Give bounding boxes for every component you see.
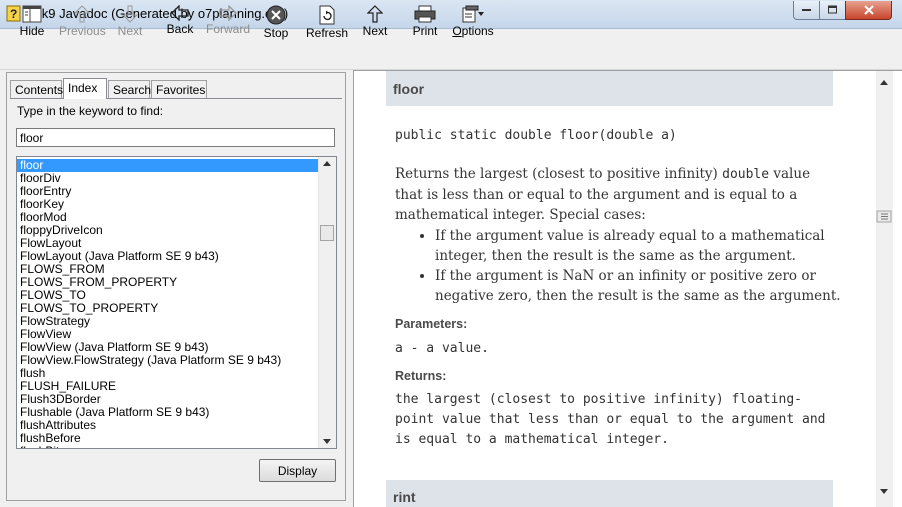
tab-index[interactable]: Index — [63, 78, 107, 99]
stop-icon — [266, 5, 286, 25]
list-item[interactable]: FLOWS_TO_PROPERTY — [17, 302, 319, 315]
list-item[interactable]: FLOWS_FROM_PROPERTY — [17, 276, 319, 289]
next-method-header — [386, 480, 833, 507]
list-item[interactable]: flush — [17, 367, 319, 380]
next-button[interactable]: Next — [359, 2, 391, 40]
list-item[interactable]: floorMod — [17, 211, 319, 224]
list-item[interactable]: FlowView.FlowStrategy (Java Platform SE … — [17, 354, 319, 367]
scroll-down-icon — [880, 489, 888, 494]
arrow-down-icon — [122, 5, 138, 23]
scroll-grip-icon[interactable] — [876, 209, 893, 225]
index-results-list[interactable]: floor floorDiv floorEntry floorKey floorMod f… — [16, 156, 337, 449]
scroll-up-icon — [323, 161, 331, 166]
refresh-label: Refresh — [305, 26, 349, 40]
print-label: Print — [412, 24, 438, 38]
list-scroll-thumb[interactable] — [320, 225, 334, 241]
maximize-icon — [827, 5, 837, 14]
close-button[interactable] — [845, 1, 892, 20]
hide-pane-icon — [22, 5, 42, 23]
method-signature: public static double floor(double a) — [395, 128, 677, 143]
hide-button[interactable]: Hide — [13, 2, 51, 40]
document-scrollbar[interactable] — [876, 71, 893, 507]
forward-label: Forward — [205, 22, 250, 36]
scroll-down-icon — [323, 439, 331, 444]
close-icon — [863, 5, 874, 15]
refresh-button[interactable]: Refresh — [305, 2, 349, 40]
next-method-name: rint — [393, 489, 416, 505]
list-scrollbar[interactable] — [318, 157, 336, 448]
special-case-2: If the argument is NaN or an infinity or… — [435, 266, 855, 306]
next-disabled-button[interactable]: Next — [113, 2, 147, 40]
list-item[interactable]: FlowStrategy — [17, 315, 319, 328]
returns-label: Returns: — [395, 369, 447, 383]
list-item[interactable]: floor — [17, 159, 319, 172]
arrow-up-icon — [367, 5, 383, 23]
document-content: floor public static double floor(double … — [354, 71, 874, 507]
keyword-label: Type in the keyword to find: — [17, 104, 164, 118]
tab-search[interactable]: Search — [108, 80, 151, 98]
back-label: Back — [166, 22, 194, 36]
list-item[interactable]: Flushable (Java Platform SE 9 b43) — [17, 406, 319, 419]
minimize-icon — [801, 9, 811, 11]
list-item[interactable]: flushAttributes — [17, 419, 319, 432]
previous-button[interactable]: Previous — [59, 2, 106, 40]
next-label: Next — [362, 24, 388, 38]
list-item[interactable]: flushBefore — [17, 432, 319, 445]
refresh-icon — [319, 5, 335, 25]
hide-label: Hide — [19, 24, 45, 38]
special-case-1: If the argument value is already equal t… — [435, 226, 855, 266]
options-button[interactable]: Options — [451, 2, 495, 40]
list-item[interactable]: floppyDriveIcon — [17, 224, 319, 237]
document-pane: floor public static double floor(double … — [353, 70, 902, 507]
list-item[interactable]: Flush3DBorder — [17, 393, 319, 406]
maximize-button[interactable] — [819, 1, 846, 20]
list-item[interactable]: floorKey — [17, 198, 319, 211]
list-item[interactable]: FlowLayout (Java Platform SE 9 b43) — [17, 250, 319, 263]
stop-button[interactable]: Stop — [259, 2, 293, 40]
previous-label: Previous — [59, 24, 106, 38]
list-item[interactable]: FlowView — [17, 328, 319, 341]
minimize-button[interactable] — [793, 1, 820, 20]
list-item[interactable]: floorEntry — [17, 185, 319, 198]
options-label: Options — [452, 24, 494, 38]
list-item[interactable]: FLUSH_FAILURE — [17, 380, 319, 393]
printer-icon — [414, 5, 436, 23]
forward-button[interactable]: Forward — [205, 2, 251, 40]
desc-code: double — [722, 167, 770, 182]
scroll-up-icon — [880, 80, 888, 85]
parameters-text: a - a value. — [395, 341, 489, 356]
list-item[interactable]: FLOWS_TO — [17, 289, 319, 302]
special-cases-list: If the argument value is already equal t… — [395, 226, 855, 306]
list-item[interactable]: FLOWS_FROM — [17, 263, 319, 276]
back-button[interactable]: Back — [161, 2, 199, 40]
parameters-label: Parameters: — [395, 317, 468, 331]
tab-favorites[interactable]: Favorites — [151, 80, 207, 98]
next-disabled-label: Next — [117, 24, 143, 38]
options-icon — [462, 5, 484, 23]
list-item[interactable]: floorDiv — [17, 172, 319, 185]
arrow-up-icon — [74, 5, 90, 23]
list-item[interactable]: flushBits — [17, 445, 319, 448]
arrow-right-icon — [219, 5, 237, 21]
desc-text-1: Returns the largest (closest to positive… — [395, 166, 723, 182]
keyword-input[interactable] — [16, 128, 335, 147]
display-button[interactable]: Display — [259, 459, 336, 482]
tab-contents[interactable]: Contents — [10, 80, 63, 98]
print-button[interactable]: Print — [409, 2, 441, 40]
list-item[interactable]: FlowLayout — [17, 237, 319, 250]
list-item[interactable]: FlowView (Java Platform SE 9 b43) — [17, 341, 319, 354]
arrow-left-icon — [171, 5, 189, 21]
returns-text: the largest (closest to positive infinit… — [395, 392, 826, 447]
method-description: Returns the largest (closest to positive… — [395, 164, 825, 225]
method-name: floor — [393, 81, 425, 97]
tab-divider — [10, 98, 342, 99]
method-header — [386, 71, 833, 106]
stop-label: Stop — [263, 26, 289, 40]
index-items: floor floorDiv floorEntry floorKey floorMod f… — [17, 159, 319, 448]
